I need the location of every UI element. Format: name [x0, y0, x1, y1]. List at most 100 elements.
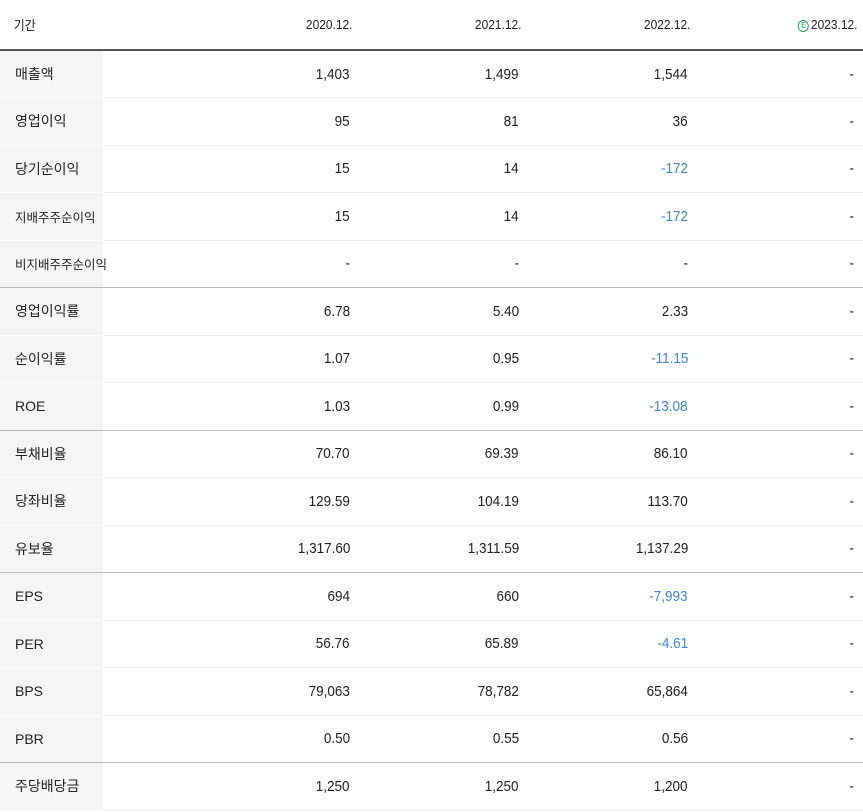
- table-row: 비지배주주순이익 - - - -: [0, 240, 863, 288]
- cell-value: 65.89: [358, 620, 527, 668]
- cell-value: -: [696, 335, 863, 383]
- table-row: 부채비율 70.70 69.39 86.10 -: [0, 430, 863, 478]
- table-row: EPS 694 660 -7,993 -: [0, 572, 863, 621]
- cell-value: -7,993: [527, 572, 696, 621]
- row-label: 지배주주순이익: [0, 192, 103, 241]
- period-header-2023-label: 2023.12.: [810, 17, 858, 32]
- table-row: PBR 0.50 0.55 0.56 -: [0, 715, 863, 763]
- cell-value: 69.39: [358, 430, 527, 478]
- row-label: PER: [0, 620, 103, 668]
- cell-value: 70.70: [103, 430, 358, 478]
- table-row: 주당배당금 1,250 1,250 1,200 -: [0, 762, 863, 811]
- cell-value: 0.56: [527, 715, 696, 763]
- cell-value: -: [696, 715, 863, 763]
- cell-value: -172: [527, 145, 696, 193]
- estimate-icon: E: [798, 20, 810, 32]
- cell-value: 129.59: [103, 477, 358, 526]
- table-row: 영업이익률 6.78 5.40 2.33 -: [0, 287, 863, 336]
- header-row: 기간 2020.12. 2021.12. 2022.12. E 2023.12.: [0, 0, 863, 51]
- cell-value: 15: [103, 145, 358, 193]
- table-header: 기간 2020.12. 2021.12. 2022.12. E 2023.12.: [0, 0, 863, 51]
- row-label: 당기순이익: [0, 145, 103, 193]
- cell-value: 1,544: [527, 50, 696, 98]
- cell-value: 78,782: [358, 667, 527, 716]
- cell-value: 104.19: [358, 477, 527, 526]
- cell-value: 86.10: [527, 430, 696, 478]
- cell-value: 1,250: [358, 762, 527, 811]
- cell-value: 694: [103, 572, 358, 621]
- cell-value: 1,403: [103, 50, 358, 98]
- cell-value: 65,864: [527, 667, 696, 716]
- cell-value: 56.76: [103, 620, 358, 668]
- cell-value: -: [696, 50, 863, 98]
- cell-value: 14: [358, 145, 527, 193]
- cell-value: -172: [527, 192, 696, 241]
- cell-value: -11.15: [527, 335, 696, 383]
- cell-value: -: [527, 240, 696, 288]
- table-row: 당기순이익 15 14 -172 -: [0, 145, 863, 193]
- row-label: 주당배당금: [0, 762, 103, 811]
- row-label: 유보율: [0, 525, 103, 573]
- row-label: 부채비율: [0, 430, 103, 478]
- cell-value: 1,137.29: [527, 525, 696, 573]
- cell-value: -: [696, 430, 863, 478]
- table-row: 당좌비율 129.59 104.19 113.70 -: [0, 477, 863, 526]
- row-label: ROE: [0, 382, 103, 431]
- row-label: BPS: [0, 667, 103, 716]
- cell-value: -4.61: [527, 620, 696, 668]
- cell-value: -: [696, 620, 863, 668]
- period-header-2021: 2021.12.: [371, 0, 527, 51]
- cell-value: 1,250: [103, 762, 358, 811]
- cell-value: 0.55: [358, 715, 527, 763]
- table-row: 영업이익 95 81 36 -: [0, 97, 863, 146]
- row-label: EPS: [0, 572, 103, 621]
- period-header-label: 기간: [0, 0, 95, 51]
- table-row: PER 56.76 65.89 -4.61 -: [0, 620, 863, 668]
- cell-value: -: [696, 287, 863, 336]
- row-label: 영업이익률: [0, 287, 103, 336]
- table-row: ROE 1.03 0.99 -13.08 -: [0, 382, 863, 431]
- cell-value: 1,200: [527, 762, 696, 811]
- cell-value: -13.08: [527, 382, 696, 431]
- cell-value: 0.50: [103, 715, 358, 763]
- cell-value: -: [696, 145, 863, 193]
- cell-value: -: [696, 667, 863, 716]
- cell-value: -: [103, 240, 358, 288]
- row-label: 순이익률: [0, 335, 103, 383]
- cell-value: 15: [103, 192, 358, 241]
- row-label: 매출액: [0, 50, 103, 98]
- cell-value: -: [696, 240, 863, 288]
- table-row: 지배주주순이익 15 14 -172 -: [0, 192, 863, 241]
- table-row: BPS 79,063 78,782 65,864 -: [0, 667, 863, 716]
- cell-value: 1,311.59: [358, 525, 527, 573]
- table-row: 유보율 1,317.60 1,311.59 1,137.29 -: [0, 525, 863, 573]
- cell-value: -: [358, 240, 527, 288]
- cell-value: 95: [103, 97, 358, 146]
- table-row: 매출액 1,403 1,499 1,544 -: [0, 50, 863, 98]
- cell-value: 5.40: [358, 287, 527, 336]
- cell-value: 2.33: [527, 287, 696, 336]
- cell-value: 113.70: [527, 477, 696, 526]
- cell-value: 0.99: [358, 382, 527, 431]
- period-header-2023-estimate: E 2023.12.: [709, 0, 863, 51]
- table-body: 매출액 1,403 1,499 1,544 - 영업이익 95 81 36 - …: [0, 50, 863, 811]
- cell-value: 79,063: [103, 667, 358, 716]
- row-label: 당좌비율: [0, 477, 103, 526]
- cell-value: 1,499: [358, 50, 527, 98]
- cell-value: -: [696, 97, 863, 146]
- row-label: PBR: [0, 715, 103, 763]
- cell-value: 6.78: [103, 287, 358, 336]
- row-label: 영업이익: [0, 97, 103, 146]
- cell-value: 81: [358, 97, 527, 146]
- cell-value: -: [696, 382, 863, 431]
- cell-value: 1,317.60: [103, 525, 358, 573]
- cell-value: -: [696, 192, 863, 241]
- cell-value: 660: [358, 572, 527, 621]
- period-header-2022: 2022.12.: [540, 0, 696, 51]
- cell-value: -: [696, 525, 863, 573]
- cell-value: 0.95: [358, 335, 527, 383]
- period-header-2020: 2020.12.: [123, 0, 358, 51]
- cell-value: 1.03: [103, 382, 358, 431]
- cell-value: 1.07: [103, 335, 358, 383]
- cell-value: 14: [358, 192, 527, 241]
